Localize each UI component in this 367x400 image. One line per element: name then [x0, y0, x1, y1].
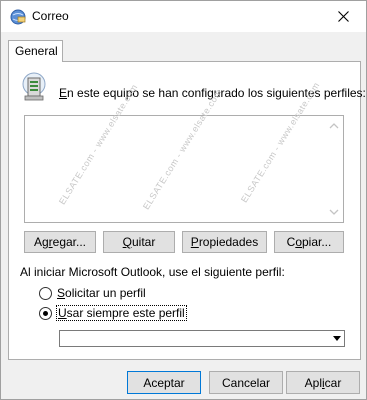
properties-button[interactable]: Propiedades — [182, 231, 267, 253]
profile-select-dropdown[interactable] — [329, 331, 344, 346]
tab-general-label: General — [15, 44, 58, 58]
title-bar: Correo — [1, 1, 366, 32]
scroll-up-icon[interactable] — [329, 121, 339, 131]
copy-profile-button[interactable]: Co piar... — [274, 231, 344, 253]
always-use-profile-option[interactable]: Usar siempre este perfil — [39, 305, 187, 321]
apply-button[interactable]: Apl i car — [286, 371, 360, 394]
always-use-profile-radio[interactable] — [39, 306, 52, 320]
prompt-profile-radio[interactable] — [39, 286, 52, 300]
ok-button[interactable]: Aceptar — [127, 371, 201, 394]
add-profile-button[interactable]: Ag r egar... — [24, 231, 96, 253]
profiles-icon — [22, 72, 46, 101]
profile-select[interactable] — [59, 330, 345, 347]
mail-setup-dialog: Correo General En este equipo se han con… — [0, 0, 367, 400]
cancel-button[interactable]: Cancelar — [209, 371, 283, 394]
startup-label: Al iniciar Microsoft Outlook, use el sig… — [20, 265, 285, 279]
prompt-profile-label: Solicitar un perfil — [57, 286, 146, 300]
mail-globe-icon — [10, 9, 26, 25]
window-title: Correo — [32, 9, 69, 23]
close-icon — [337, 11, 349, 22]
chevron-down-icon — [332, 336, 341, 341]
profiles-list[interactable] — [24, 115, 344, 223]
tab-general[interactable]: General — [8, 40, 63, 62]
scroll-down-icon[interactable] — [329, 207, 339, 217]
remove-profile-button[interactable]: Quitar — [103, 231, 175, 253]
close-button[interactable] — [320, 1, 366, 32]
profiles-list-scrollbar[interactable] — [326, 116, 343, 222]
always-use-profile-label: Usar siempre este perfil — [56, 305, 187, 321]
prompt-profile-option[interactable]: Solicitar un perfil — [39, 286, 146, 300]
